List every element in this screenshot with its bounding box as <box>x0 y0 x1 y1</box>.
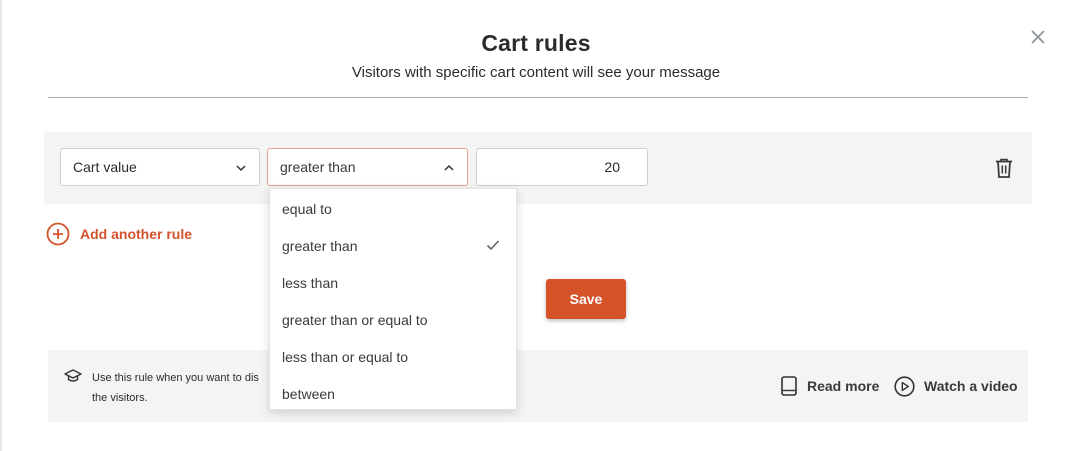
header-divider <box>48 97 1028 98</box>
read-more-link[interactable]: Read more <box>780 374 879 398</box>
operator-option[interactable]: equal to <box>270 190 516 227</box>
chevron-up-icon <box>444 164 454 171</box>
save-button[interactable]: Save <box>546 279 626 319</box>
graduation-cap-icon <box>64 369 82 382</box>
modal-title: Cart rules <box>481 30 591 56</box>
delete-rule-button[interactable] <box>994 157 1014 179</box>
operator-option[interactable]: greater than <box>270 227 516 264</box>
chevron-down-icon <box>236 165 246 172</box>
operator-option[interactable]: less than or equal to <box>270 338 516 375</box>
rule-row: Cart value greater than <box>44 132 1032 204</box>
rule-field-select[interactable]: Cart value <box>60 148 260 186</box>
operator-option[interactable]: greater than or equal to <box>270 301 516 338</box>
operator-option[interactable]: between <box>270 375 516 412</box>
modal-subtitle: Visitors with specific cart content will… <box>351 64 721 81</box>
plus-circle-icon <box>46 222 70 246</box>
operator-dropdown-menu: equal to greater than less than greater … <box>269 188 517 410</box>
trash-icon <box>996 158 1012 178</box>
play-circle-icon <box>894 375 915 397</box>
rule-operator-select[interactable]: greater than <box>267 148 468 186</box>
watch-video-link[interactable]: Watch a video <box>894 374 1018 398</box>
rule-amount-input[interactable] <box>476 148 648 186</box>
read-more-label: Read more <box>807 378 880 394</box>
book-icon <box>781 376 797 396</box>
add-rule-label: Add another rule <box>80 226 193 242</box>
check-icon <box>486 240 500 251</box>
watch-video-label: Watch a video <box>924 378 1018 394</box>
operator-option[interactable]: less than <box>270 264 516 301</box>
info-panel: Use this rule when you want to disof the… <box>48 350 1028 422</box>
add-rule-button[interactable]: Add another rule <box>46 222 192 246</box>
rule-field-value: Cart value <box>73 159 137 175</box>
rule-operator-value: greater than <box>280 159 356 175</box>
